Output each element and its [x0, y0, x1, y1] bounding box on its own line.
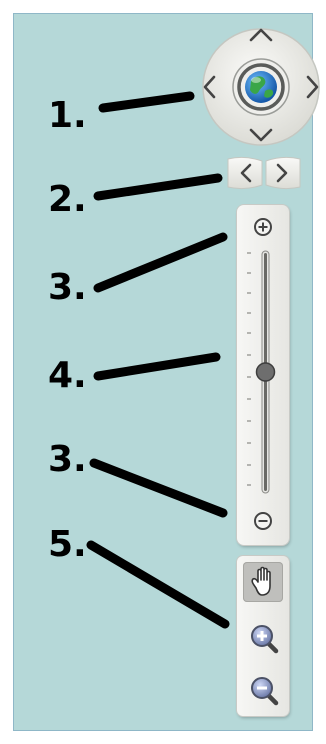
rotate-right-button[interactable]	[265, 156, 301, 190]
zoom-out-tool-button[interactable]	[243, 670, 283, 710]
pan-navigation-control[interactable]	[199, 25, 323, 149]
rotate-left-button[interactable]	[227, 156, 263, 190]
zoom-out-button[interactable]	[254, 512, 272, 530]
callout-4: 4.	[48, 355, 87, 396]
callout-line-3a	[93, 232, 228, 293]
tool-panel	[237, 556, 289, 716]
pan-tool-button[interactable]	[243, 562, 283, 602]
zoom-in-button[interactable]	[254, 218, 272, 236]
center-globe-button[interactable]	[232, 58, 290, 116]
callout-line-5	[86, 540, 230, 629]
callout-3-top: 3.	[48, 267, 87, 308]
zoom-in-tool-button[interactable]	[243, 618, 283, 658]
callout-2: 2.	[48, 179, 87, 220]
callout-line-3b	[89, 458, 228, 518]
zoom-tick-marks	[247, 252, 251, 486]
callout-5: 5.	[48, 524, 87, 565]
rotate-control[interactable]	[225, 155, 303, 191]
callout-line-4	[93, 352, 221, 381]
magnifier-minus-icon	[251, 677, 279, 706]
hand-icon	[251, 566, 271, 596]
magnifier-plus-icon	[251, 625, 279, 654]
globe-icon	[245, 71, 277, 103]
callout-line-1	[98, 91, 195, 113]
zoom-slider-panel	[237, 205, 289, 545]
callout-line-2	[93, 173, 223, 201]
callout-1: 1.	[48, 95, 87, 136]
zoom-slider-knob[interactable]	[255, 362, 276, 382]
callout-3-bottom: 3.	[48, 439, 87, 480]
zoom-slider-graphics	[247, 218, 276, 530]
